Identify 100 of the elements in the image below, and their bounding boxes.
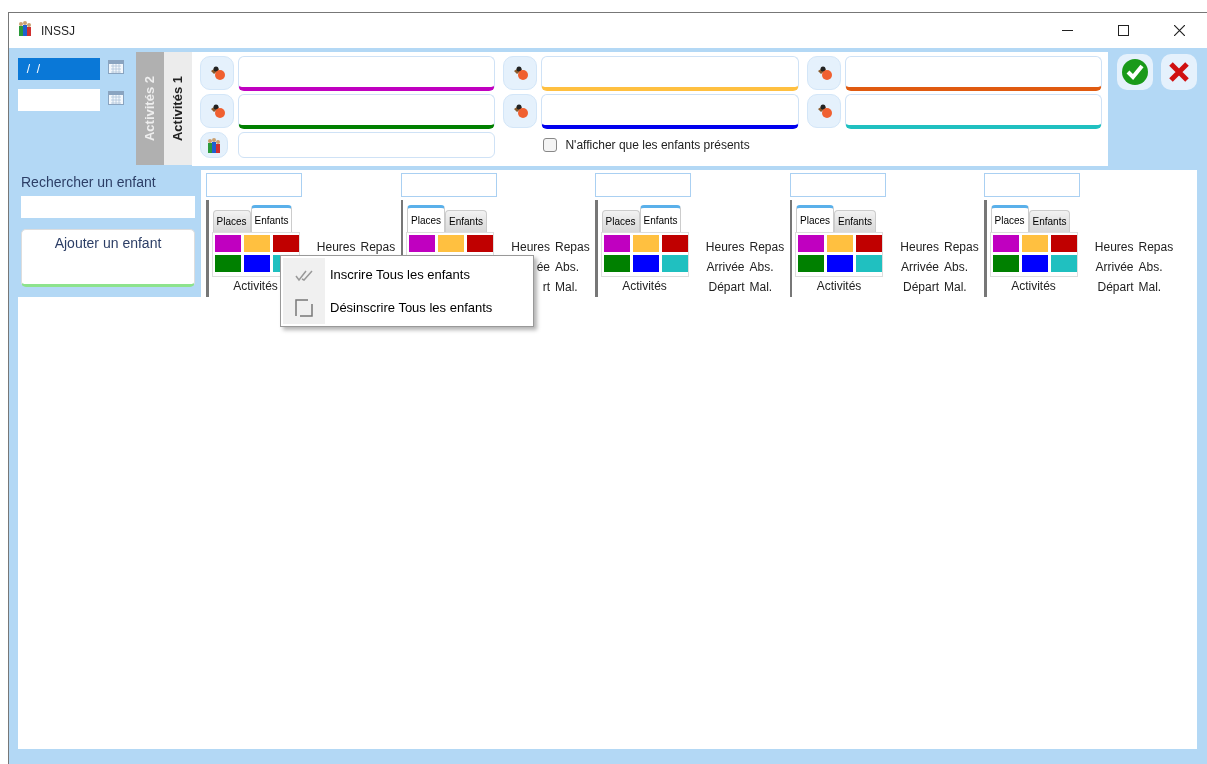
group-field[interactable] [238,132,496,158]
tab[interactable]: Enfants [639,205,682,232]
search-label: Rechercher un enfant [21,173,157,192]
activity-field[interactable] [844,55,1102,91]
color-swatch[interactable] [1021,255,1048,272]
menu-item[interactable]: Désinscrire Tous les enfants [283,291,531,324]
column-label: Heures [510,240,550,255]
tab[interactable]: Enfants [1028,210,1071,232]
activity-button[interactable] [806,56,841,90]
empty-box-icon [294,297,314,318]
column-label: Mal. [555,280,579,295]
activity-button[interactable] [503,94,538,128]
color-swatch[interactable] [243,235,270,252]
color-swatch[interactable] [214,255,241,272]
color-swatch[interactable] [632,255,659,272]
tab[interactable]: Places [796,205,834,232]
color-swatch[interactable] [798,255,824,272]
color-swatch[interactable] [272,235,299,252]
color-swatch[interactable] [409,235,435,252]
column-label: Arrivée [705,260,745,275]
vertical-tab[interactable]: Activités 1 [164,52,193,165]
column-label: ée [535,260,550,275]
activity-button[interactable] [806,94,841,128]
calendar-icon[interactable] [108,58,124,74]
tab[interactable]: Places [407,205,445,232]
window-title: INSSJ [41,22,75,40]
color-swatch[interactable] [1050,235,1077,252]
tab[interactable]: Places [601,210,640,232]
color-swatch[interactable] [438,235,464,252]
cancel-button[interactable] [1161,54,1197,90]
color-swatch[interactable] [856,255,882,272]
date-field[interactable]: / / [18,58,100,80]
column-label: Arrivée [900,260,939,275]
menu-item[interactable]: Inscrire Tous les enfants [283,258,531,291]
column-label: Mal. [749,280,774,295]
column-label: Abs. [944,260,969,275]
column-label: rt [541,280,550,295]
color-swatch[interactable] [798,235,824,252]
color-swatch[interactable] [603,255,630,272]
activity-button[interactable] [200,56,235,90]
checkbox[interactable] [543,138,558,152]
color-swatch[interactable] [632,235,659,252]
color-swatch[interactable] [467,235,493,252]
ball-icon [209,103,226,119]
column-label: Mal. [1138,280,1163,295]
activity-field[interactable] [541,93,799,129]
ball-icon [512,103,529,119]
color-swatch[interactable] [661,235,688,252]
name-field[interactable] [984,173,1080,197]
column-label: Repas [555,240,591,255]
column-label: Départ [901,280,939,295]
name-field[interactable] [595,173,691,197]
color-swatch[interactable] [992,235,1019,252]
confirm-button[interactable] [1117,54,1153,90]
tab[interactable]: Enfants [250,205,293,232]
close-icon [1168,61,1190,83]
add-child-button[interactable]: Ajouter un enfant [21,229,195,287]
search-field[interactable] [21,196,195,218]
activity-field[interactable] [238,93,496,129]
color-swatch[interactable] [856,235,882,252]
color-swatch[interactable] [827,235,853,252]
date-field[interactable] [18,89,100,111]
column-label: Repas [944,240,980,255]
color-swatch[interactable] [603,235,630,252]
color-swatch[interactable] [992,255,1019,272]
tab[interactable]: Enfants [445,210,487,232]
activity-field[interactable] [238,55,496,91]
activities-label: Activités [621,278,668,295]
column-label: Départ [707,280,745,295]
name-field[interactable] [789,173,886,197]
column-label: Repas [749,240,786,255]
color-swatch[interactable] [214,235,241,252]
column-label: Départ [1096,280,1134,295]
column-label: Mal. [944,280,968,295]
column-label: Heures [899,240,939,255]
activity-field[interactable] [844,93,1102,129]
name-field[interactable] [206,173,302,197]
color-swatch[interactable] [1021,235,1048,252]
column-label: Heures [704,240,745,255]
column-label: Abs. [749,260,775,275]
activity-button[interactable] [200,94,235,128]
ball-icon [209,65,226,81]
name-field[interactable] [400,173,497,197]
activity-field[interactable] [541,55,799,91]
column-label: Arrivée [1094,260,1134,275]
maximize-icon [1117,25,1129,36]
color-swatch[interactable] [1050,255,1077,272]
tab[interactable]: Places [990,205,1029,232]
calendar-icon[interactable] [108,89,124,105]
color-swatch[interactable] [243,255,270,272]
tab[interactable]: Places [212,210,251,232]
activities-label: Activités [1010,278,1057,295]
color-swatch[interactable] [661,255,688,272]
column-label: Abs. [555,260,580,275]
activity-button[interactable] [200,132,229,158]
column-label: Heures [1093,240,1134,255]
color-swatch[interactable] [827,255,853,272]
activity-button[interactable] [503,56,538,90]
tab[interactable]: Enfants [834,210,876,232]
activities-label: Activités [232,278,279,295]
